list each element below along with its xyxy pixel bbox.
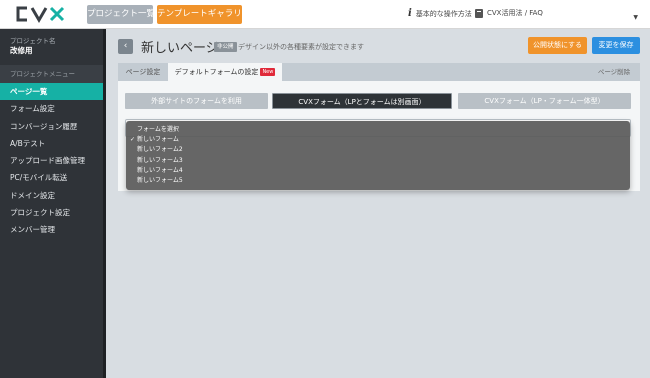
- nav-projects-button[interactable]: プロジェクト一覧: [87, 5, 155, 24]
- option-external-form-button[interactable]: 外部サイトのフォームを利用: [125, 93, 268, 109]
- cvx-logo-mark: [16, 6, 65, 23]
- project-name: 改修用: [10, 46, 33, 55]
- dropdown-option[interactable]: 新しいフォーム2: [126, 145, 630, 155]
- sidebar-item-member-management[interactable]: メンバー管理: [0, 221, 103, 238]
- tab-bar: ページ設定 デフォルトフォームの設定 New ページ削除: [118, 63, 640, 81]
- back-button[interactable]: ‹: [118, 39, 133, 54]
- sidebar-item-pc-mobile-redirect[interactable]: PC/モバイル転送: [0, 169, 103, 186]
- delete-page-link[interactable]: ページ削除: [594, 63, 634, 81]
- publish-button[interactable]: 公開状態にする: [528, 37, 587, 54]
- main-area: ‹ 新しいページ 非公開 デザイン以外の各種要素が設定できます 公開状態にする …: [106, 29, 650, 378]
- cvx-logo[interactable]: [14, 5, 66, 23]
- sidebar-item-project-settings[interactable]: プロジェクト設定: [0, 204, 103, 221]
- status-badge: 非公開: [214, 42, 237, 52]
- option-cvx-form-integrated-button[interactable]: CVXフォーム（LP・フォーム一体型）: [458, 93, 631, 109]
- user-menu[interactable]: ▼: [600, 12, 640, 22]
- tab-page-settings[interactable]: ページ設定: [118, 63, 168, 81]
- page-hint-text: デザイン以外の各種要素が設定できます: [238, 43, 364, 51]
- help-link-label: 基本的な操作方法: [415, 9, 472, 18]
- dropdown-option[interactable]: 新しいフォーム3: [126, 156, 630, 166]
- project-menu-header: プロジェクトメニュー: [0, 65, 103, 83]
- new-badge: New: [260, 68, 276, 76]
- project-label: プロジェクト名: [10, 37, 56, 45]
- dropdown-option[interactable]: 新しいフォーム4: [126, 166, 630, 176]
- form-select-dropdown: フォームを選択 ✓ 新しいフォーム 新しいフォーム2 新しいフォーム3 新しいフ…: [126, 121, 630, 190]
- caret-down-icon: ▼: [633, 14, 638, 21]
- help-link[interactable]: i 基本的な操作方法: [408, 8, 472, 19]
- dropdown-option-label: 新しいフォーム: [137, 136, 179, 144]
- tab-default-form-label: デフォルトフォームの設定: [174, 68, 259, 76]
- faq-link-label: CVX活用法 / FAQ: [487, 9, 543, 17]
- dropdown-option-selected[interactable]: ✓ 新しいフォーム: [126, 135, 630, 145]
- sidebar-item-conversion-history[interactable]: コンバージョン履歴: [0, 118, 103, 135]
- nav-template-gallery-button[interactable]: テンプレートギャラリー: [157, 5, 250, 24]
- sidebar-item-pages[interactable]: ページ一覧: [0, 83, 103, 101]
- sidebar-item-uploaded-images[interactable]: アップロード画像管理: [0, 152, 103, 169]
- save-button[interactable]: 変更を保存: [592, 37, 640, 54]
- top-header: プロジェクト一覧 テンプレートギャラリー i 基本的な操作方法 CVX活用法 /…: [0, 0, 650, 29]
- project-menu: ページ一覧 フォーム設定 コンバージョン履歴 A/Bテスト アップロード画像管理…: [0, 83, 103, 239]
- book-icon: [475, 8, 483, 18]
- sidebar-item-form-settings[interactable]: フォーム設定: [0, 100, 103, 117]
- page-title: 新しいページ: [141, 41, 219, 56]
- sidebar-item-ab-test[interactable]: A/Bテスト: [0, 135, 103, 152]
- faq-link[interactable]: CVX活用法 / FAQ: [475, 8, 543, 18]
- sidebar-item-domain-settings[interactable]: ドメイン設定: [0, 187, 103, 204]
- chevron-left-icon: ‹: [123, 41, 128, 51]
- check-icon: ✓: [130, 136, 136, 144]
- info-icon: i: [408, 8, 412, 19]
- sidebar: プロジェクト名 改修用 プロジェクトメニュー ページ一覧 フォーム設定 コンバー…: [0, 29, 106, 378]
- dropdown-option[interactable]: フォームを選択: [126, 125, 630, 135]
- dropdown-option[interactable]: 新しいフォーム5: [126, 176, 630, 186]
- option-cvx-form-separate-button[interactable]: CVXフォーム（LPとフォームは別画面）: [272, 93, 452, 109]
- tab-default-form-settings[interactable]: デフォルトフォームの設定 New: [168, 63, 282, 81]
